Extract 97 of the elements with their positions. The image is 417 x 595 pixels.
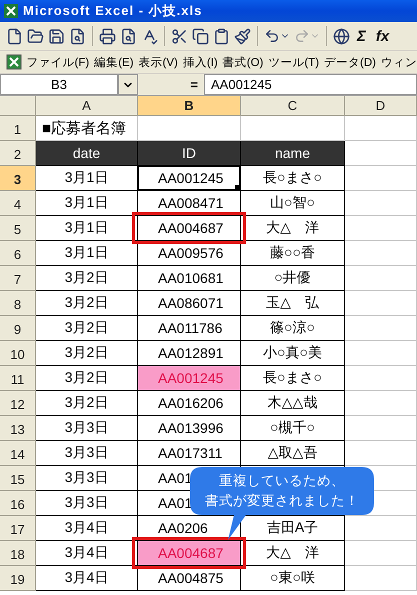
date-cell: 3月3日 bbox=[36, 441, 138, 466]
column-header[interactable]: C bbox=[241, 96, 345, 116]
date-cell: 3月1日 bbox=[36, 241, 138, 266]
header-cell: date bbox=[36, 141, 138, 166]
date-cell: 3月4日 bbox=[36, 566, 138, 591]
row-header[interactable]: 16 bbox=[0, 491, 36, 516]
row-header[interactable]: 6 bbox=[0, 241, 36, 266]
row-header[interactable]: 11 bbox=[0, 366, 36, 391]
name-cell: 玉△ 弘 bbox=[241, 291, 345, 316]
name-cell: ○槻千○ bbox=[241, 416, 345, 441]
globe-icon[interactable] bbox=[333, 28, 350, 44]
row-header[interactable]: 18 bbox=[0, 541, 36, 566]
id-cell: AA001245 bbox=[138, 166, 241, 191]
id-cell: AA001245 bbox=[138, 366, 241, 391]
row-header[interactable]: 15 bbox=[0, 466, 36, 491]
row-header[interactable]: 4 bbox=[0, 191, 36, 216]
name-cell: 木△△哉 bbox=[241, 391, 345, 416]
row-header[interactable]: 8 bbox=[0, 291, 36, 316]
new-file-icon[interactable] bbox=[6, 28, 23, 44]
name-cell: 藤○○香 bbox=[241, 241, 345, 266]
date-cell: 3月4日 bbox=[36, 516, 138, 541]
name-cell: 小○真○美 bbox=[241, 341, 345, 366]
name-cell: △取△吾 bbox=[241, 441, 345, 466]
menu-item[interactable]: ツール(T) bbox=[268, 54, 320, 70]
date-cell: 3月3日 bbox=[36, 491, 138, 516]
column-header[interactable]: B bbox=[138, 96, 241, 116]
id-cell: AA011786 bbox=[138, 316, 241, 341]
id-cell: AA017311 bbox=[138, 441, 241, 466]
toolbar-button[interactable]: Σ bbox=[354, 28, 369, 44]
date-cell: 3月2日 bbox=[36, 316, 138, 341]
brush-icon[interactable] bbox=[234, 28, 251, 44]
date-cell: 3月4日 bbox=[36, 541, 138, 566]
date-cell: 3月1日 bbox=[36, 191, 138, 216]
paste-icon[interactable] bbox=[213, 28, 230, 44]
name-cell: 大△ 洋 bbox=[241, 216, 345, 241]
date-cell: 3月2日 bbox=[36, 291, 138, 316]
excel-icon[interactable] bbox=[6, 54, 22, 70]
menu-item[interactable]: 表示(V) bbox=[138, 54, 178, 70]
date-cell: 3月3日 bbox=[36, 466, 138, 491]
menu-item[interactable]: ファイル(F) bbox=[26, 54, 90, 70]
date-cell: 3月2日 bbox=[36, 341, 138, 366]
cut-icon[interactable] bbox=[171, 28, 188, 44]
menu-item[interactable]: 書式(O) bbox=[222, 54, 264, 70]
printer-icon[interactable] bbox=[99, 28, 116, 44]
name-box[interactable]: B3 bbox=[0, 74, 118, 95]
fill-handle[interactable] bbox=[235, 185, 240, 190]
open-folder-icon[interactable] bbox=[27, 28, 44, 44]
preview-icon[interactable] bbox=[120, 28, 137, 44]
toolbar-button[interactable]: fx bbox=[372, 28, 392, 44]
row-header[interactable]: 1 bbox=[0, 116, 36, 141]
copy-icon[interactable] bbox=[192, 28, 209, 44]
document-icon[interactable] bbox=[69, 28, 86, 44]
row-header[interactable]: 7 bbox=[0, 266, 36, 291]
column-header[interactable]: A bbox=[36, 96, 138, 116]
row-header[interactable]: 3 bbox=[0, 166, 36, 191]
column-header[interactable]: D bbox=[345, 96, 417, 116]
name-cell: 篠○涼○ bbox=[241, 316, 345, 341]
date-cell: 3月3日 bbox=[36, 416, 138, 441]
undo-icon[interactable] bbox=[264, 28, 290, 44]
id-cell: AA010681 bbox=[138, 266, 241, 291]
date-cell: 3月2日 bbox=[36, 391, 138, 416]
row-header[interactable]: 13 bbox=[0, 416, 36, 441]
row-header[interactable]: 5 bbox=[0, 216, 36, 241]
id-cell: AA013996 bbox=[138, 416, 241, 441]
menu-item[interactable]: 挿入(I) bbox=[182, 54, 218, 70]
id-cell: AA016206 bbox=[138, 391, 241, 416]
name-cell: 長○まさ○ bbox=[241, 166, 345, 191]
row-header[interactable]: 10 bbox=[0, 341, 36, 366]
row-header[interactable]: 12 bbox=[0, 391, 36, 416]
corner-cell[interactable] bbox=[0, 96, 36, 116]
date-cell: 3月2日 bbox=[36, 266, 138, 291]
row-header[interactable]: 9 bbox=[0, 316, 36, 341]
formula-field[interactable]: AA001245 bbox=[204, 74, 417, 95]
sheet-title: ■応募者名簿 bbox=[42, 118, 126, 138]
row-header[interactable]: 17 bbox=[0, 516, 36, 541]
id-cell: AA012891 bbox=[138, 341, 241, 366]
title-text: Microsoft Excel - 小技.xls bbox=[23, 2, 202, 20]
row-header[interactable]: 19 bbox=[0, 566, 36, 591]
date-cell: 3月2日 bbox=[36, 366, 138, 391]
name-cell: ○井優 bbox=[241, 266, 345, 291]
menu-item[interactable]: 編集(E) bbox=[94, 54, 134, 70]
header-cell: ID bbox=[138, 141, 241, 166]
header-cell: name bbox=[241, 141, 345, 166]
name-cell: 山○智○ bbox=[241, 191, 345, 216]
date-cell: 3月1日 bbox=[36, 216, 138, 241]
dropdown-button[interactable] bbox=[118, 74, 138, 95]
save-icon[interactable] bbox=[48, 28, 65, 44]
id-cell: AA086071 bbox=[138, 291, 241, 316]
menu-item[interactable]: データ(D) bbox=[324, 54, 376, 70]
excel-icon bbox=[4, 4, 18, 18]
name-cell: 長○まさ○ bbox=[241, 366, 345, 391]
name-cell: ○東○咲 bbox=[241, 566, 345, 591]
equals-sign: = bbox=[189, 76, 199, 94]
row-header[interactable]: 2 bbox=[0, 141, 36, 166]
menu-item[interactable]: ウィン bbox=[381, 54, 417, 70]
row-header[interactable]: 14 bbox=[0, 441, 36, 466]
name-cell: 大△ 洋 bbox=[241, 541, 345, 566]
